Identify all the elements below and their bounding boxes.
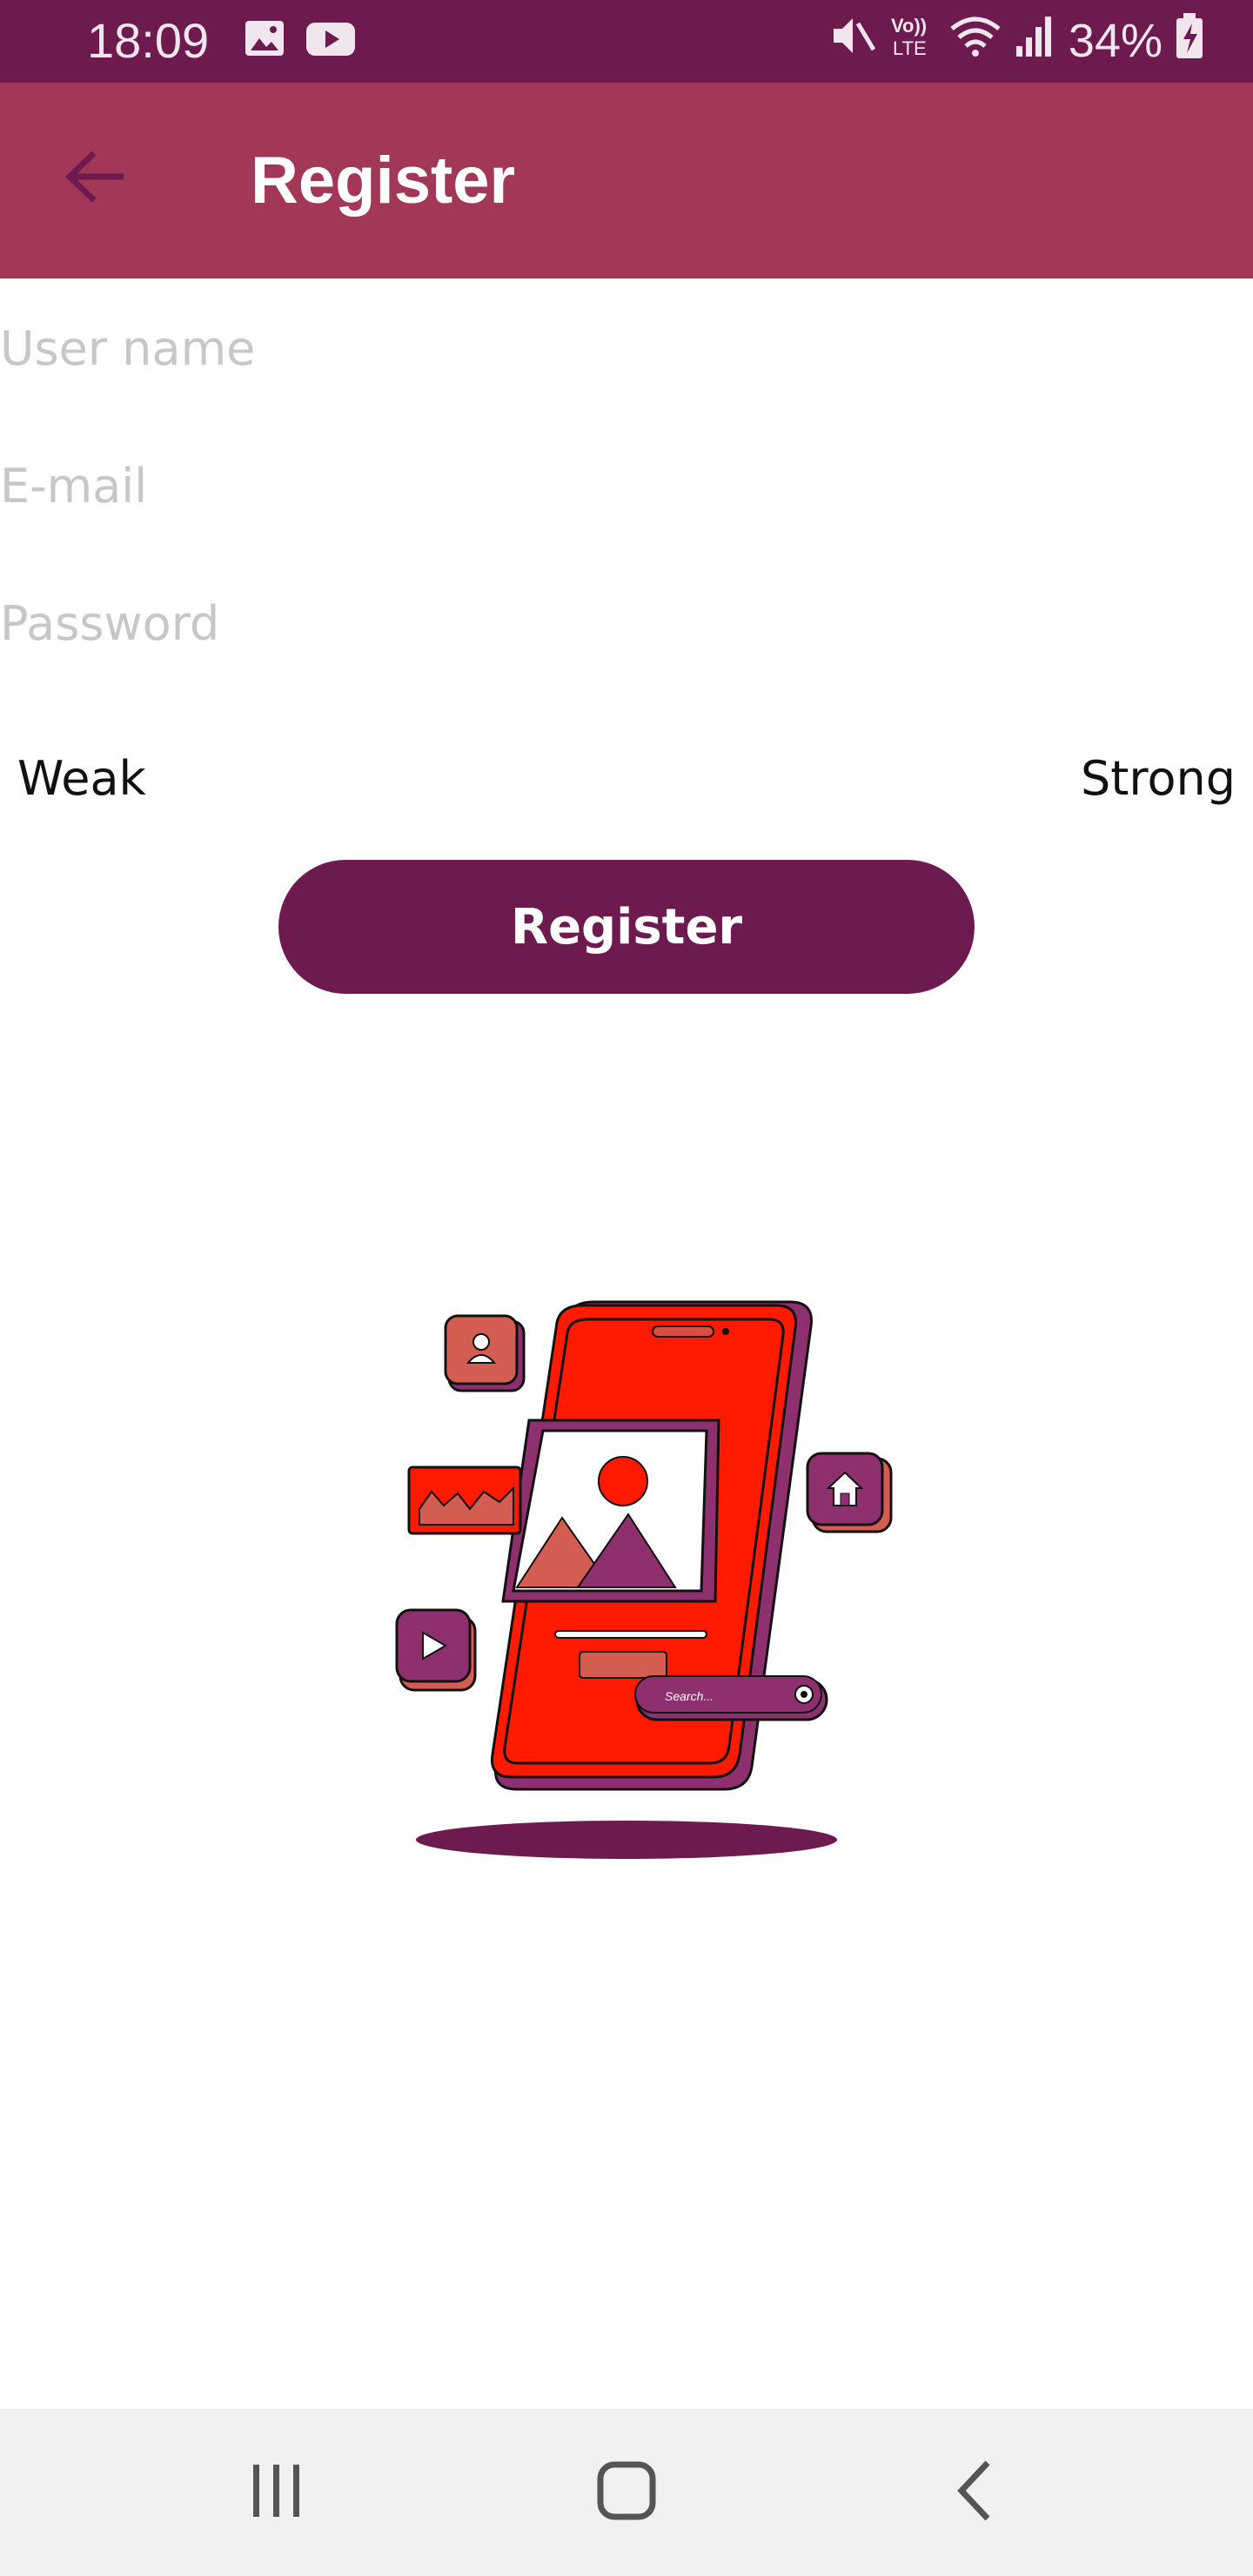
back-nav-button[interactable]: [924, 2440, 1029, 2545]
username-input[interactable]: [0, 292, 1253, 405]
back-button[interactable]: [52, 135, 139, 222]
recents-icon: [246, 2456, 307, 2530]
arrow-back-icon: [61, 146, 131, 211]
signal-icon: [1015, 11, 1056, 71]
page-title: Register: [251, 144, 516, 218]
status-bar: 18:09 Vo)) LTE 34%: [0, 0, 1253, 83]
navigation-bar: [0, 2409, 1253, 2576]
svg-text:Vo)): Vo)): [891, 15, 927, 37]
strength-weak-label: Weak: [17, 751, 146, 806]
image-icon: [244, 16, 285, 69]
email-input[interactable]: [0, 429, 1253, 542]
strength-strong-label: Strong: [1080, 751, 1236, 806]
recents-button[interactable]: [224, 2440, 329, 2545]
mute-icon: [830, 11, 877, 71]
battery-charging-icon: [1175, 11, 1204, 71]
home-nav-button[interactable]: [574, 2440, 679, 2545]
phone-illustration: Search...: [383, 1297, 905, 1871]
app-bar: Register: [0, 83, 1253, 278]
volte-icon: Vo)) LTE: [889, 11, 936, 71]
svg-text:LTE: LTE: [893, 37, 927, 59]
wifi-icon: [948, 11, 1002, 71]
illustration-search-text: Search...: [665, 1689, 714, 1703]
register-button[interactable]: Register: [278, 860, 975, 994]
youtube-icon: [305, 16, 357, 69]
battery-percent: 34%: [1068, 15, 1163, 67]
home-icon: [592, 2456, 661, 2530]
back-icon: [946, 2456, 1007, 2530]
status-time: 18:09: [87, 13, 210, 68]
password-input[interactable]: [0, 567, 1253, 680]
